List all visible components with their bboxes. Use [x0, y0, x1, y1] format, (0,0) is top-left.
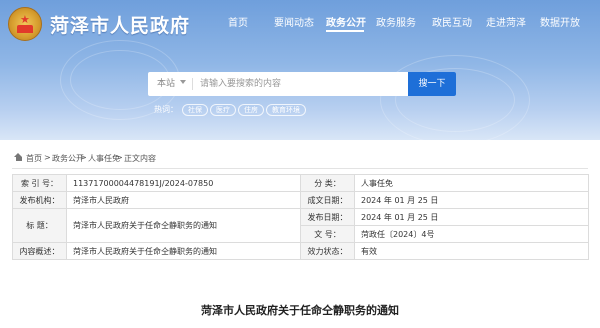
document-info-table: 索 引 号： 11371700004478191J/2024-07850 分 类… — [12, 174, 589, 260]
table-row: 索 引 号： 11371700004478191J/2024-07850 分 类… — [12, 174, 589, 192]
title-label: 标 题： — [12, 208, 67, 243]
index-value: 11371700004478191J/2024-07850 — [66, 174, 301, 192]
hot-word-tag[interactable]: 医疗 — [210, 104, 236, 116]
nav-item-open-data[interactable]: 数据开放 — [540, 14, 580, 29]
nav-item-news[interactable]: 要闻动态 — [274, 14, 314, 29]
hot-word-tag[interactable]: 住房 — [238, 104, 264, 116]
breadcrumb-separator: > — [80, 153, 87, 162]
search-divider — [192, 78, 193, 90]
breadcrumb-separator: > — [44, 153, 51, 162]
site-title[interactable]: 菏泽市人民政府 — [50, 11, 190, 38]
hot-word-tag[interactable]: 社保 — [182, 104, 208, 116]
breadcrumb-home[interactable]: 首页 — [26, 153, 42, 164]
created-date-value: 2024 年 01 月 25 日 — [354, 191, 589, 209]
summary-value: 菏泽市人民政府关于任命仝静职务的通知 — [66, 242, 301, 260]
breadcrumb-separator: > — [116, 153, 123, 162]
search-scope-select[interactable]: 本站 — [148, 72, 188, 96]
status-label: 效力状态： — [300, 242, 355, 260]
document-title: 菏泽市人民政府关于任命仝静职务的通知 — [201, 304, 399, 317]
national-emblem-icon[interactable]: ★ — [8, 7, 42, 41]
created-date-label: 成文日期： — [300, 191, 355, 209]
index-label: 索 引 号： — [12, 174, 67, 192]
nav-item-gov-affairs[interactable]: 政务公开 — [326, 14, 366, 29]
table-row: 标 题： 菏泽市人民政府关于任命仝静职务的通知 发布日期： 2024 年 01 … — [12, 208, 589, 243]
home-icon — [14, 153, 23, 162]
breadcrumb: 首页 > 政务公开 > 人事任免 > 正文内容 — [12, 150, 588, 168]
nav-item-home[interactable]: 首页 — [228, 14, 248, 29]
title-value: 菏泽市人民政府关于任命仝静职务的通知 — [66, 208, 301, 243]
chevron-down-icon — [180, 80, 186, 84]
table-row: 发布机构： 菏泽市人民政府 成文日期： 2024 年 01 月 25 日 — [12, 191, 589, 209]
search-button[interactable]: 搜一下 — [408, 72, 456, 96]
published-date-value: 2024 年 01 月 25 日 — [354, 208, 589, 226]
nav-item-services[interactable]: 政务服务 — [376, 14, 416, 29]
hot-word-tag[interactable]: 教育环境 — [266, 104, 306, 116]
search-scope-label: 本站 — [157, 79, 176, 89]
divider — [12, 168, 588, 169]
nav-item-about-heze[interactable]: 走进菏泽 — [486, 14, 526, 29]
published-date-label: 发布日期： — [300, 208, 355, 226]
table-row: 内容概述： 菏泽市人民政府关于任命仝静职务的通知 效力状态： 有效 — [12, 242, 589, 260]
doc-number-value: 菏政任〔2024〕4号 — [354, 225, 589, 243]
search-input[interactable] — [200, 75, 392, 93]
publisher-label: 发布机构： — [12, 191, 67, 209]
status-value: 有效 — [354, 242, 589, 260]
summary-label: 内容概述： — [12, 242, 67, 260]
publisher-value: 菏泽市人民政府 — [66, 191, 301, 209]
hot-words-label: 热词： — [154, 105, 178, 114]
doc-number-label: 文 号： — [300, 225, 355, 243]
search-bar: 本站 搜一下 — [148, 72, 456, 96]
breadcrumb-current: 正文内容 — [124, 154, 156, 163]
header-banner: ★ 菏泽市人民政府 首页 要闻动态 政务公开 政务服务 政民互动 走进菏泽 数据… — [0, 0, 600, 140]
category-value: 人事任免 — [354, 174, 589, 192]
category-label: 分 类： — [300, 174, 355, 192]
nav-active-indicator — [326, 30, 364, 32]
nav-item-interaction[interactable]: 政民互动 — [432, 14, 472, 29]
